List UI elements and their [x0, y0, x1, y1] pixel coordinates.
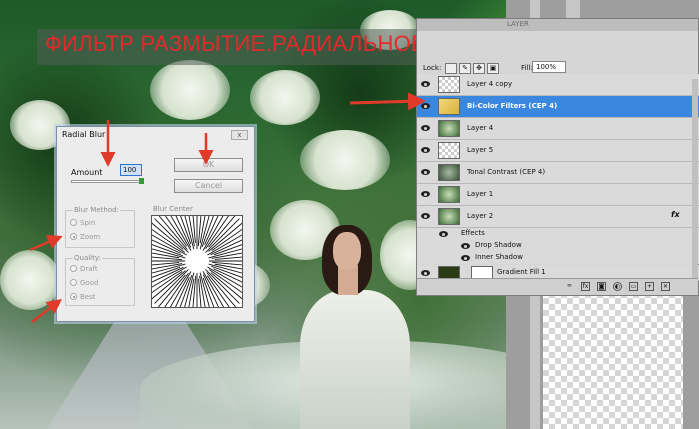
effect-row[interactable]: Inner Shadow — [417, 252, 699, 264]
eye-icon[interactable] — [421, 191, 430, 197]
layer-thumbnail — [438, 120, 460, 137]
layer-row[interactable]: Layer 1 — [417, 184, 699, 206]
effect-row[interactable]: Drop Shadow — [417, 240, 699, 252]
eye-icon[interactable] — [421, 81, 430, 87]
ok-button[interactable]: OK — [174, 158, 243, 172]
lock-transparent-icon[interactable] — [445, 63, 457, 74]
radio-good[interactable]: Good — [70, 279, 98, 287]
radio-button[interactable] — [70, 265, 77, 272]
eye-icon[interactable] — [421, 103, 430, 109]
amount-slider[interactable] — [71, 180, 143, 183]
layer-name: Tonal Contrast (CEP 4) — [467, 168, 546, 176]
layer-name: Bi-Color Filters (CEP 4) — [467, 102, 558, 110]
layer-name: Gradient Fill 1 — [497, 268, 546, 276]
zoom-line — [204, 206, 223, 245]
dialog-title: Radial Blur — [62, 130, 106, 139]
effect-name: Inner Shadow — [475, 253, 523, 261]
layer-thumbnail — [438, 164, 460, 181]
zoom-line — [137, 250, 180, 259]
radio-button[interactable] — [70, 293, 77, 300]
fx-icon[interactable]: fx — [671, 210, 680, 219]
zoom-line — [198, 278, 203, 321]
radio-best[interactable]: Best — [70, 293, 96, 301]
layer-name: Layer 4 — [467, 124, 494, 132]
layers-tab[interactable]: LAYER — [417, 19, 698, 31]
radio-spin[interactable]: Spin — [70, 219, 95, 227]
zoom-line — [214, 263, 257, 272]
fx-icon[interactable]: fx — [581, 282, 590, 291]
layer-name: Layer 5 — [467, 146, 494, 154]
radio-button[interactable] — [70, 219, 77, 226]
eye-icon[interactable] — [421, 169, 430, 175]
radial-blur-dialog: Radial Blur x OK Cancel Amount 100 Blur … — [56, 126, 257, 322]
eye-icon[interactable] — [461, 243, 470, 249]
folder-icon[interactable]: ▭ — [629, 282, 638, 291]
layer-row-selected[interactable]: Bi-Color Filters (CEP 4) — [417, 96, 699, 118]
layer-row[interactable]: Layer 5 — [417, 140, 699, 162]
eye-icon[interactable] — [421, 125, 430, 131]
zoom-line — [158, 274, 186, 308]
layer-thumbnail — [438, 142, 460, 159]
quality-label: Quality: — [73, 254, 102, 262]
zoom-line — [199, 201, 208, 244]
radio-button[interactable] — [70, 233, 77, 240]
eye-icon[interactable] — [421, 147, 430, 153]
layer-thumbnail — [438, 76, 460, 93]
layer-row[interactable]: Tonal Contrast (CEP 4) — [417, 162, 699, 184]
new-layer-icon[interactable]: + — [645, 282, 654, 291]
layer-name: Layer 4 copy — [467, 80, 513, 88]
fill-label: Fill: — [521, 64, 533, 72]
zoom-line — [213, 268, 252, 287]
effects-row[interactable]: Effects — [417, 228, 699, 240]
mask-icon[interactable]: ◙ — [597, 282, 606, 291]
zoom-line — [137, 262, 180, 267]
layer-row[interactable]: Layer 4 — [417, 118, 699, 140]
layer-thumbnail — [438, 186, 460, 203]
eye-icon[interactable] — [439, 231, 448, 237]
layers-scrollbar[interactable] — [692, 79, 698, 279]
layer-row[interactable]: Layer 4 copy — [417, 74, 699, 96]
zoom-line — [171, 277, 190, 316]
blur-center-label: Blur Center — [153, 205, 193, 213]
blur-method-label: Blur Method: — [73, 206, 120, 214]
layer-thumbnail — [438, 208, 460, 225]
lock-move-icon[interactable]: ✥ — [473, 63, 485, 74]
layer-name: Layer 1 — [467, 190, 494, 198]
lock-all-icon[interactable]: ▣ — [487, 63, 499, 74]
link-icon[interactable]: ∞ — [565, 282, 574, 291]
zoom-line — [186, 278, 195, 321]
transparent-canvas — [543, 292, 683, 429]
eye-icon[interactable] — [421, 270, 430, 276]
cancel-button[interactable]: Cancel — [174, 179, 243, 193]
amount-label: Amount — [71, 168, 103, 177]
trash-icon[interactable]: ✕ — [661, 282, 670, 291]
adjustment-icon[interactable]: ◐ — [613, 282, 622, 291]
eye-icon[interactable] — [461, 255, 470, 261]
layer-row[interactable]: Layer 2 fx — [417, 206, 699, 228]
lock-brush-icon[interactable]: ✎ — [459, 63, 471, 74]
effect-name: Drop Shadow — [475, 241, 522, 249]
radio-button[interactable] — [70, 279, 77, 286]
blur-method-group — [65, 210, 135, 248]
zoom-line — [142, 235, 181, 254]
zoom-preview-lines — [137, 201, 257, 321]
layer-name: Layer 2 — [467, 212, 494, 220]
panel-bottom-bar: ∞ fx ◙ ◐ ▭ + ✕ — [417, 278, 698, 295]
zoom-line — [191, 201, 196, 244]
radio-zoom[interactable]: Zoom — [70, 233, 100, 241]
layer-thumbnail — [438, 98, 460, 115]
amount-input[interactable]: 100 — [120, 164, 142, 176]
close-button[interactable]: x — [231, 130, 248, 140]
zoom-line — [214, 255, 257, 260]
radio-draft[interactable]: Draft — [70, 265, 98, 273]
blur-center-preview[interactable] — [137, 201, 257, 321]
fill-input[interactable]: 100% — [532, 61, 566, 73]
lock-label: Lock: — [423, 64, 442, 72]
eye-icon[interactable] — [421, 213, 430, 219]
slider-thumb[interactable] — [139, 178, 144, 184]
effects-label: Effects — [461, 229, 485, 237]
layers-panel: LAYER Lock: ✎ ✥ ▣ Fill: 100% Layer 4 cop… — [416, 18, 699, 296]
